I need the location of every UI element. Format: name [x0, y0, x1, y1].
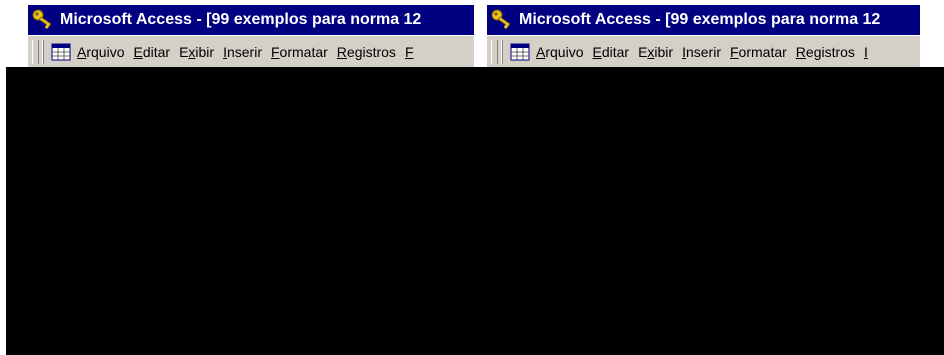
menu-inserir[interactable]: Inserir	[682, 44, 721, 60]
menu-truncated[interactable]: I	[864, 44, 868, 60]
access-key-icon	[491, 9, 511, 29]
window-title: Microsoft Access - [99 exemplos para nor…	[519, 11, 881, 28]
toolbar-grip-handle[interactable]	[491, 40, 498, 64]
menu-exibir[interactable]: Exibir	[638, 44, 673, 60]
menu-formatar[interactable]: Formatar	[730, 44, 787, 60]
access-window-left: Microsoft Access - [99 exemplos para nor…	[28, 5, 474, 67]
menu-arquivo[interactable]: Arquivo	[536, 44, 583, 60]
menu-registros[interactable]: Registros	[337, 44, 396, 60]
datasheet-icon[interactable]	[510, 43, 530, 61]
menu-arquivo[interactable]: Arquivo	[77, 44, 124, 60]
access-key-icon	[32, 9, 52, 29]
toolbar-grip-handle[interactable]	[32, 40, 39, 64]
menu-bar: Arquivo Editar Exibir Inserir Formatar R…	[28, 35, 474, 67]
menu-truncated[interactable]: F	[405, 44, 414, 60]
title-bar[interactable]: Microsoft Access - [99 exemplos para nor…	[487, 5, 920, 35]
menu-editar[interactable]: Editar	[592, 44, 629, 60]
datasheet-icon[interactable]	[51, 43, 71, 61]
menu-formatar[interactable]: Formatar	[271, 44, 328, 60]
menu-editar[interactable]: Editar	[133, 44, 170, 60]
menu-registros[interactable]: Registros	[796, 44, 855, 60]
access-window-right: Microsoft Access - [99 exemplos para nor…	[487, 5, 920, 67]
title-bar[interactable]: Microsoft Access - [99 exemplos para nor…	[28, 5, 474, 35]
menu-inserir[interactable]: Inserir	[223, 44, 262, 60]
window-title: Microsoft Access - [99 exemplos para nor…	[60, 11, 422, 28]
obscured-content-area	[6, 67, 944, 355]
menu-bar: Arquivo Editar Exibir Inserir Formatar R…	[487, 35, 920, 67]
menu-exibir[interactable]: Exibir	[179, 44, 214, 60]
